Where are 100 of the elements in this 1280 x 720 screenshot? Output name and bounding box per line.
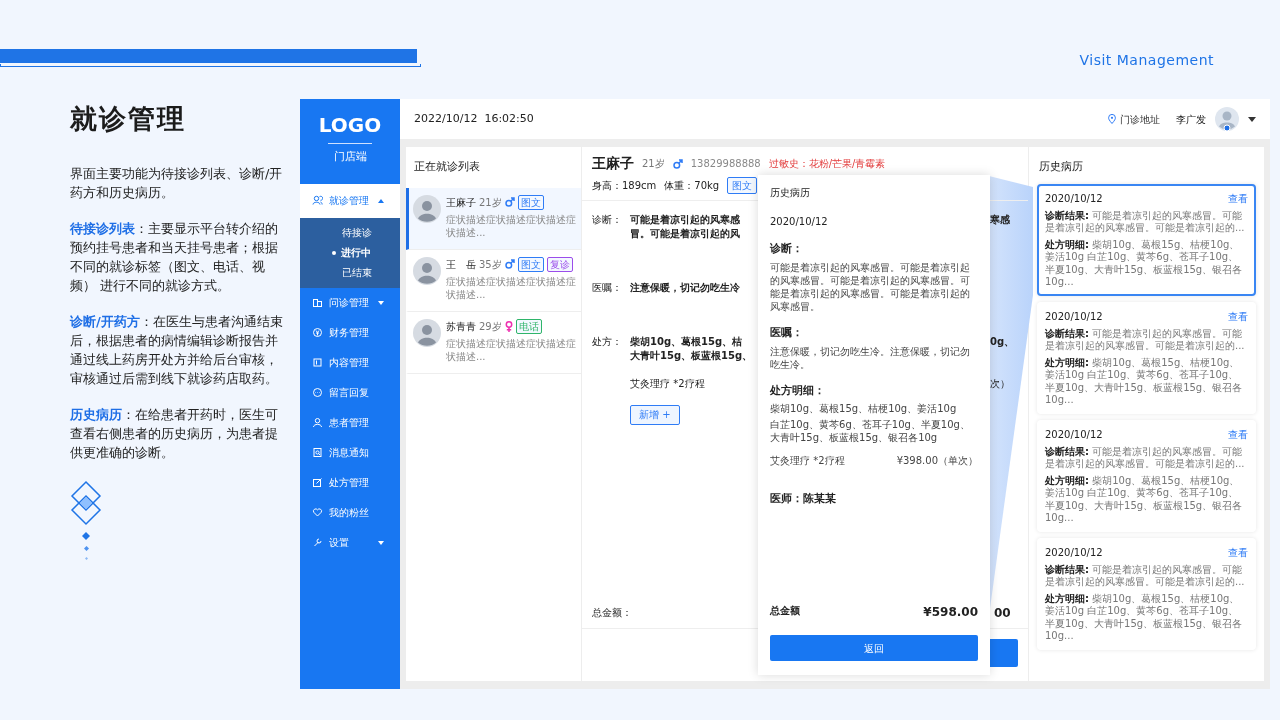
record-date: 2020/10/12 xyxy=(1045,545,1103,560)
record-date: 2020/10/12 xyxy=(1045,309,1103,324)
total-label: 总金额 xyxy=(770,604,800,618)
allergy-history: 过敏史：花粉/芒果/青霉素 xyxy=(768,157,886,171)
panel-title: 历史病历 xyxy=(1038,159,1084,175)
document-icon xyxy=(312,357,323,368)
store-label: 门店端 xyxy=(332,149,368,165)
field-text: 大青叶15g、板蓝根15g、 xyxy=(630,349,754,363)
description-paragraph: 界面主要功能为待接诊列表、诊断/开药方和历史病历。 xyxy=(70,164,284,202)
field-text: 0g、 xyxy=(990,335,1015,349)
caret-down-icon xyxy=(378,300,384,305)
symptom-description: 症状描述症状描述症状描述症状描述... xyxy=(446,212,576,239)
submenu-item[interactable]: 已结束 xyxy=(300,262,400,283)
tag-label: 图文 xyxy=(517,256,544,272)
total-amount: 00 xyxy=(994,606,1011,620)
prescription-summary: 处方明细: 柴胡10g、葛根15g、桔梗10g、姜活10g 白芷10g、黄芩6g、苍耳子10g、半夏10g、大青叶15g、板蓝根15g、银召各10g... xyxy=(1045,592,1244,643)
menu-item[interactable]: 财务管理 xyxy=(300,317,400,348)
add-button[interactable]: 新增 + xyxy=(630,405,680,425)
avatar xyxy=(413,194,441,223)
view-link[interactable]: 查看 xyxy=(1228,190,1248,206)
menu-item[interactable]: 我的粉丝 xyxy=(300,497,400,528)
location-pin-icon xyxy=(1108,114,1116,124)
therapy-price: 次） xyxy=(990,377,1010,391)
caret-down-icon[interactable] xyxy=(1248,116,1256,122)
avatar xyxy=(413,256,441,285)
patient-list-item[interactable]: 苏青青 29岁 电话 症状描述症状描述症状描述症状描述... xyxy=(406,311,581,374)
page-title: 就诊管理 xyxy=(70,102,187,136)
caret-up-icon xyxy=(378,198,384,203)
chat-icon xyxy=(312,387,323,398)
tag-label: 电话 xyxy=(515,318,542,334)
phone-number: 13829988888 xyxy=(690,157,761,171)
diagnosis-summary: 诊断结果: 可能是着凉引起的风寒感冒。可能是着凉引起的风寒感冒。可能是着凉引起的... xyxy=(1045,563,1246,589)
menu-item[interactable]: 患者管理 xyxy=(300,407,400,438)
prescription-line: 白芷10g、黄芩6g、苍耳子10g、半夏10g、大青叶15g、板蓝根15g、银召各10g xyxy=(770,418,971,445)
section-title: Visit Management xyxy=(1079,51,1214,70)
section-label: 医嘱： xyxy=(770,324,804,340)
patient-age: 21岁 xyxy=(479,195,502,210)
menu-item[interactable]: 问诊管理 xyxy=(300,287,400,318)
avatar xyxy=(413,318,441,347)
view-link[interactable]: 查看 xyxy=(1228,544,1248,560)
view-link[interactable]: 查看 xyxy=(1228,308,1248,324)
patient-name: 王麻子 xyxy=(592,154,634,173)
user-name: 李广发 xyxy=(1176,112,1206,127)
history-card[interactable]: 2020/10/12 查看 诊断结果: 可能是着凉引起的风寒感冒。可能是着凉引起的风寒感冒。可能是着凉引起的... 处方明细: 柴胡10g、葛根15g、桔梗10g、姜活10g 白芷10g、黄芩6g、苍耳子10g、半夏10g、大青叶15g、板蓝根15g、银召各10g... xyxy=(1037,301,1256,414)
date-time: 2022/10/12 16:02:50 xyxy=(414,110,534,127)
field-text: 冒。可能是着凉引起的风 xyxy=(630,227,741,241)
history-card[interactable]: 2020/10/12 查看 诊断结果: 可能是着凉引起的风寒感冒。可能是着凉引起的风寒感冒。可能是着凉引起的... 处方明细: 柴胡10g、葛根15g、桔梗10g、姜活10g 白芷10g、黄芩6g、苍耳子10g、半夏10g、大青叶15g、板蓝根15g、银召各10g... xyxy=(1037,183,1256,296)
menu-item[interactable]: 消息通知 xyxy=(300,437,400,468)
symptom-description: 症状描述症状描述症状描述症状描述... xyxy=(446,336,576,363)
description-paragraph: 待接诊列表：主要显示平台转介绍的预约挂号患者和当天挂号患者；根据不同的就诊标签（图文、电话、视频） 进行不同的就诊方式。 xyxy=(70,219,279,295)
caret-down-icon xyxy=(378,540,384,545)
therapy-text: 艾灸理疗 *2疗程 xyxy=(630,377,706,391)
submenu-item[interactable]: 待接诊 xyxy=(300,222,400,243)
field-text: 可能是着凉引起的风寒感 xyxy=(630,213,741,227)
location-link[interactable]: 门诊地址 xyxy=(1108,111,1160,127)
panel-title: 正在就诊列表 xyxy=(413,159,481,175)
field-text: 注意保暖，切记勿吃生冷 xyxy=(630,281,741,295)
user-avatar[interactable] xyxy=(1214,106,1240,132)
menu-item[interactable]: 设置 xyxy=(300,527,400,558)
logo-divider xyxy=(328,143,372,144)
history-card[interactable]: 2020/10/12 查看 诊断结果: 可能是着凉引起的风寒感冒。可能是着凉引起的风寒感冒。可能是着凉引起的... 处方明细: 柴胡10g、葛根15g、桔梗10g、姜活10g 白芷10g、黄芩6g、苍耳子10g、半夏10g、大青叶15g、板蓝根15g、银召各10g... xyxy=(1037,419,1256,532)
patient-name: 王 岳 xyxy=(446,257,476,272)
patient-age: 21岁 xyxy=(642,157,665,171)
section-text: 可能是着凉引起的风寒感冒。可能是着凉引起的风寒感冒。可能是着凉引起的风寒感冒。可能是着凉引起的风寒感冒。可能是着凉引起的风寒感冒。 xyxy=(770,260,971,313)
record-date: 2020/10/12 xyxy=(1045,427,1103,442)
yen-icon xyxy=(312,327,323,338)
height-value: 身高：189cm xyxy=(592,179,657,193)
history-card[interactable]: 2020/10/12 查看 诊断结果: 可能是着凉引起的风寒感冒。可能是着凉引起的风寒感冒。可能是着凉引起的... 处方明细: 柴胡10g、葛根15g、桔梗10g、姜活10g 白芷10g、黄芩6g、苍耳子10g、半夏10g、大青叶15g、板蓝根15g、银召各10g... xyxy=(1037,537,1256,650)
view-link[interactable]: 查看 xyxy=(1228,426,1248,442)
search-document-icon xyxy=(312,447,323,458)
symptom-description: 症状描述症状描述症状描述症状描述... xyxy=(446,274,576,301)
heart-icon xyxy=(312,507,323,518)
description-paragraph: 历史病历：在给患者开药时，医生可查看右侧患者的历史病历，为患者提供更准确的诊断。 xyxy=(70,405,279,462)
prescription-summary: 处方明细: 柴胡10g、葛根15g、桔梗10g、姜活10g 白芷10g、黄芩6g、苍耳子10g、半夏10g、大青叶15g、板蓝根15g、银召各10g... xyxy=(1045,474,1244,525)
record-date: 2020/10/12 xyxy=(770,215,829,229)
prescription-line: 柴胡10g、葛根15g、桔梗10g、姜活10g xyxy=(770,402,958,416)
patient-name: 王麻子 xyxy=(446,195,476,210)
patient-age: 35岁 xyxy=(479,257,502,272)
field-label: 处方： xyxy=(592,335,623,349)
field-label: 诊断： xyxy=(592,213,623,227)
patient-list-item[interactable]: 王 岳 35岁 图文 复诊 症状描述症状描述症状描述症状描述... xyxy=(406,249,581,312)
menu-item[interactable]: 内容管理 xyxy=(300,347,400,378)
menu-item[interactable]: 留言回复 xyxy=(300,377,400,408)
back-button[interactable]: 返回 xyxy=(770,635,978,661)
menu-item[interactable]: 就诊管理 xyxy=(300,183,400,218)
section-text: 注意保暖，切记勿吃生冷。注意保暖，切记勿吃生冷。 xyxy=(770,344,971,371)
patient-list-item[interactable]: 王麻子 21岁 图文 症状描述症状描述症状描述症状描述... xyxy=(406,187,581,250)
edit-icon xyxy=(312,477,323,488)
field-text: 寒感 xyxy=(990,213,1010,227)
diagnosis-summary: 诊断结果: 可能是着凉引起的风寒感冒。可能是着凉引起的风寒感冒。可能是着凉引起的... xyxy=(1045,445,1246,471)
total-amount: ¥598.00 xyxy=(923,604,978,621)
selected-dot-icon xyxy=(332,250,336,255)
total-label: 总金额： xyxy=(592,606,633,620)
tag-label: 图文 xyxy=(517,194,544,210)
patient-name: 苏青青 xyxy=(446,319,476,334)
record-date: 2020/10/12 xyxy=(1045,191,1103,206)
submenu-item[interactable]: 进行中 xyxy=(300,242,400,263)
menu-item[interactable]: 处方管理 xyxy=(300,467,400,498)
tag-label: 复诊 xyxy=(546,256,573,272)
doctor-name: 医师：陈某某 xyxy=(770,491,837,507)
